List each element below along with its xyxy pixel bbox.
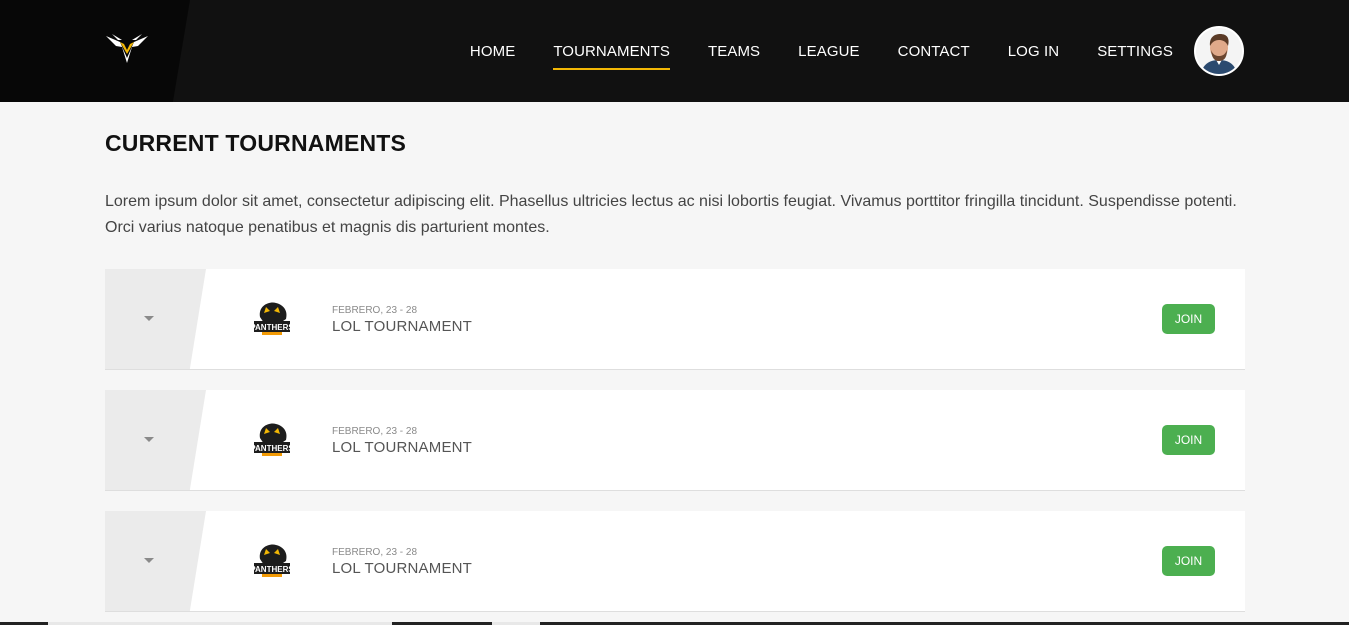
nav-settings[interactable]: SETTINGS bbox=[1097, 43, 1173, 60]
tournament-date: FEBRERO, 23 - 28 bbox=[332, 547, 418, 558]
expand-toggle[interactable] bbox=[105, 269, 206, 369]
page-description: Lorem ipsum dolor sit amet, consectetur … bbox=[105, 193, 1237, 236]
nav-contact[interactable]: CONTACT bbox=[898, 43, 970, 60]
user-avatar-icon[interactable] bbox=[1194, 26, 1244, 76]
main-content: CURRENT TOURNAMENTS Lorem ipsum dolor si… bbox=[105, 130, 1245, 241]
nav-log-in[interactable]: LOG IN bbox=[1008, 43, 1059, 60]
svg-text:PANTHERS: PANTHERS bbox=[250, 323, 294, 332]
expand-toggle[interactable] bbox=[105, 390, 206, 490]
panthers-logo-icon: PANTHERS bbox=[250, 297, 294, 341]
tournament-row: PANTHERS FEBRERO, 23 - 28 LOL TOURNAMENT… bbox=[105, 511, 1245, 612]
nav-league[interactable]: LEAGUE bbox=[798, 43, 859, 60]
caret-down-icon bbox=[144, 437, 154, 442]
caret-down-icon bbox=[144, 558, 154, 563]
main-nav: HOME TOURNAMENTS TEAMS LEAGUE CONTACT LO… bbox=[432, 0, 1173, 102]
tournament-name: LOL TOURNAMENT bbox=[332, 318, 473, 335]
join-button[interactable]: JOIN bbox=[1162, 425, 1215, 455]
panthers-logo-icon: PANTHERS bbox=[250, 418, 294, 462]
nav-tournaments[interactable]: TOURNAMENTS bbox=[553, 43, 670, 70]
tournament-name: LOL TOURNAMENT bbox=[332, 560, 473, 577]
tournament-row: PANTHERS FEBRERO, 23 - 28 LOL TOURNAMENT… bbox=[105, 269, 1245, 370]
tournament-date: FEBRERO, 23 - 28 bbox=[332, 426, 418, 437]
page-title: CURRENT TOURNAMENTS bbox=[105, 130, 407, 156]
panthers-logo-icon: PANTHERS bbox=[250, 539, 294, 583]
tournament-date: FEBRERO, 23 - 28 bbox=[332, 305, 418, 316]
tournament-row: PANTHERS FEBRERO, 23 - 28 LOL TOURNAMENT… bbox=[105, 390, 1245, 491]
winged-v-logo-icon[interactable] bbox=[104, 30, 150, 66]
join-button[interactable]: JOIN bbox=[1162, 546, 1215, 576]
logo-block bbox=[0, 0, 190, 102]
nav-teams[interactable]: TEAMS bbox=[708, 43, 760, 60]
tournament-name: LOL TOURNAMENT bbox=[332, 439, 473, 456]
expand-toggle[interactable] bbox=[105, 511, 206, 611]
svg-text:PANTHERS: PANTHERS bbox=[250, 565, 294, 574]
join-button[interactable]: JOIN bbox=[1162, 304, 1215, 334]
svg-text:PANTHERS: PANTHERS bbox=[250, 444, 294, 453]
top-navigation-bar: HOME TOURNAMENTS TEAMS LEAGUE CONTACT LO… bbox=[0, 0, 1349, 102]
caret-down-icon bbox=[144, 316, 154, 321]
nav-home[interactable]: HOME bbox=[470, 43, 515, 60]
